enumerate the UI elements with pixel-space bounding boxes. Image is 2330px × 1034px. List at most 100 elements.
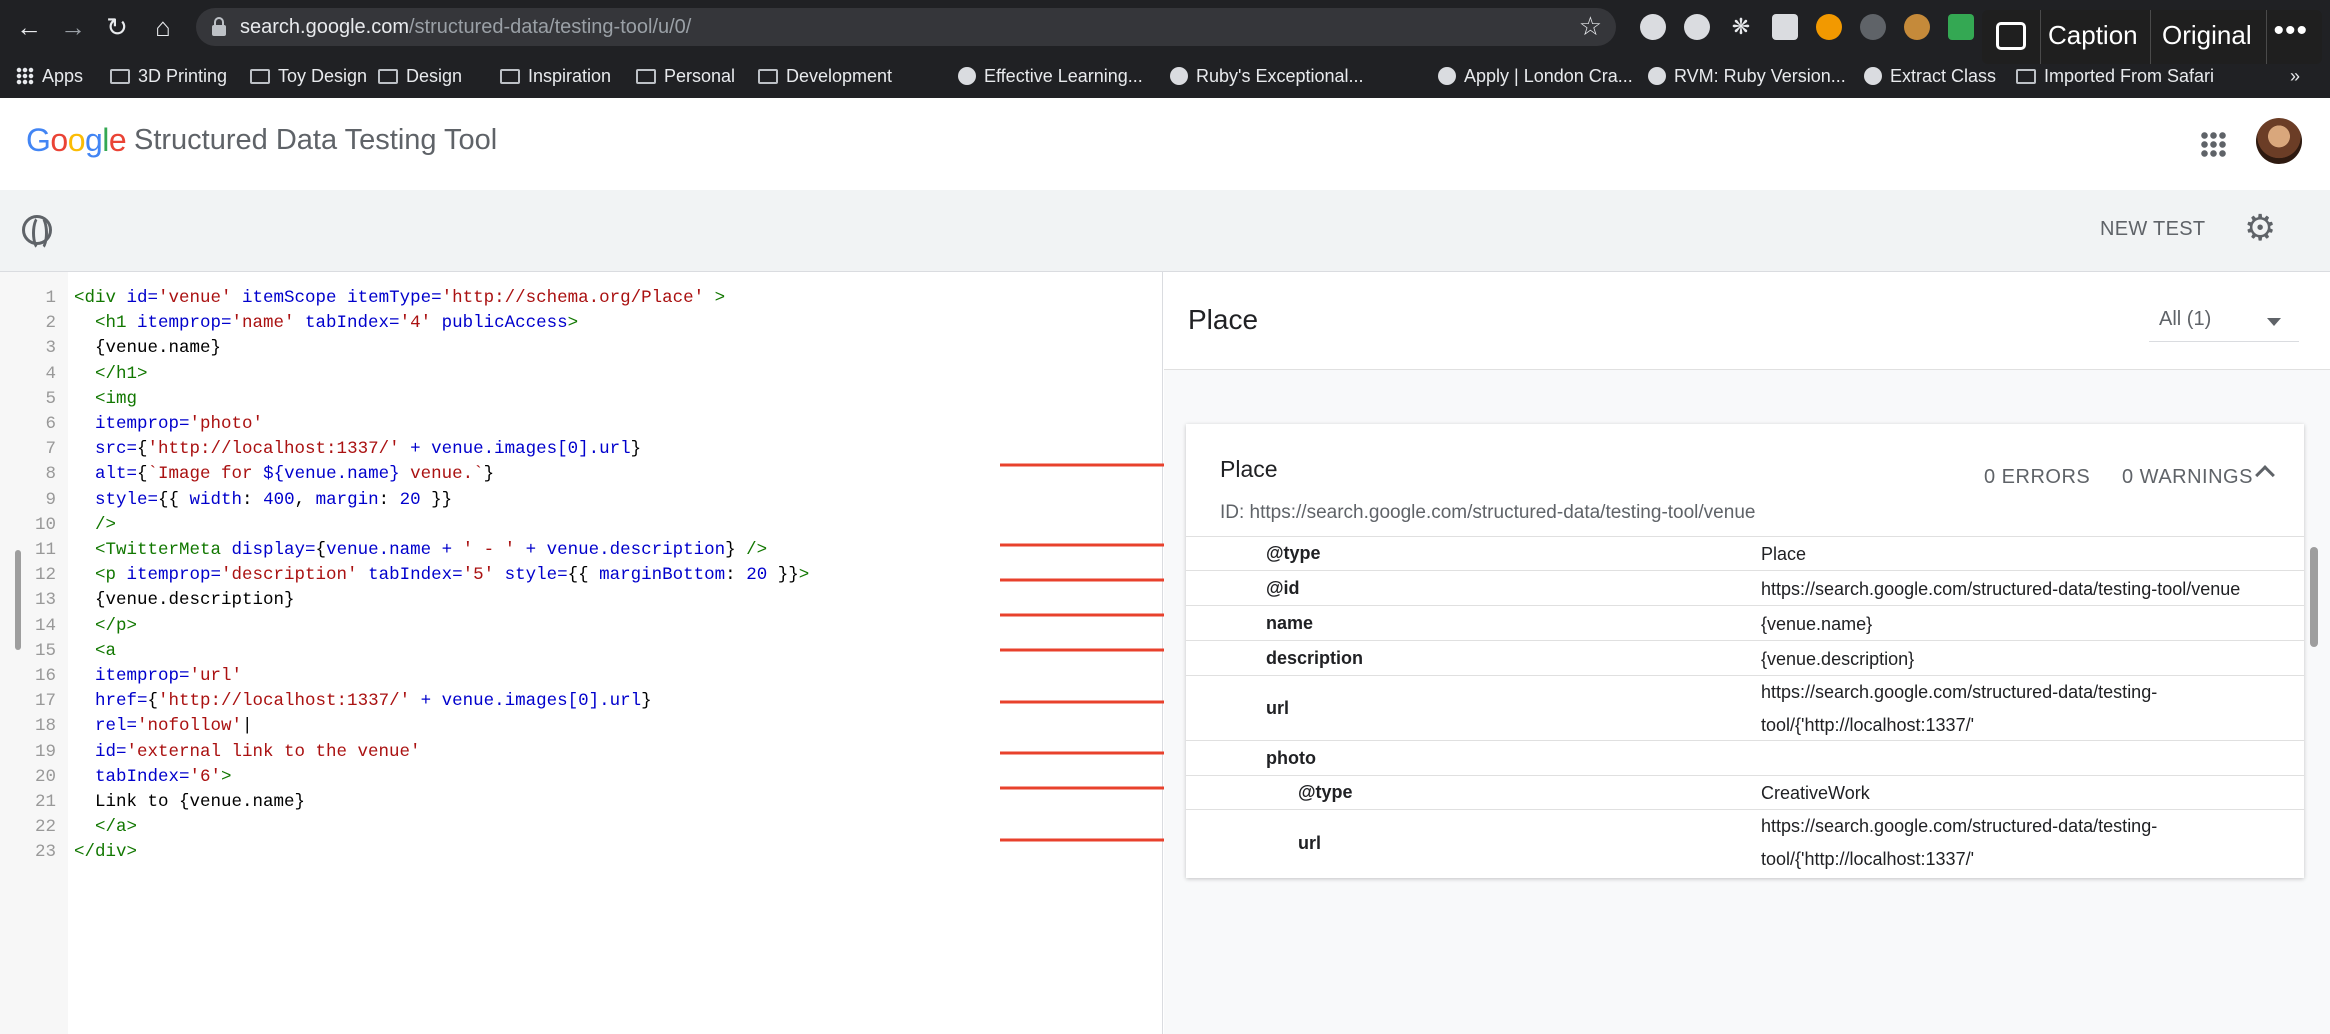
code-token: 20 — [746, 565, 768, 586]
result-card: Place 0 ERRORS 0 WARNINGS ID: https://se… — [1186, 424, 2304, 878]
reload-icon[interactable]: ↻ — [100, 10, 134, 44]
code-editor[interactable]: 1 <div id='venue' itemScope itemType='htt… — [0, 272, 1163, 1034]
code-line[interactable]: 7 src={'http://localhost:1337/' + venue.… — [0, 437, 1160, 462]
extension-icon[interactable] — [1860, 14, 1886, 40]
code-line[interactable]: 3 {venue.name} — [0, 336, 1160, 361]
results-panel: Place All (1) Place 0 ERRORS 0 WARNINGS … — [1164, 272, 2330, 1034]
bookmark-label: RVM: Ruby Version... — [1674, 66, 1846, 86]
code-token: + venue.description — [515, 540, 726, 560]
code-line[interactable]: 13 {venue.description} — [0, 588, 1160, 613]
code-line[interactable]: 12 <p itemprop='description' tabIndex='5… — [0, 563, 1160, 588]
code-line[interactable]: 6 itemprop='photo' — [0, 412, 1160, 437]
bookmark-star-icon[interactable]: ☆ — [1579, 11, 1602, 42]
code-line[interactable]: 8 alt={`Image for ${venue.name} venue.`} — [0, 462, 1160, 487]
chevron-up-icon[interactable] — [2255, 465, 2275, 485]
code-line[interactable]: 19 id='external link to the venue' — [0, 740, 1160, 765]
bookmark-item[interactable]: Toy Design — [250, 58, 367, 94]
toolbar: NEW TEST ⚙ — [0, 190, 2330, 272]
extension-icon[interactable] — [1816, 14, 1842, 40]
property-row: @id https://search.google.com/structured-… — [1186, 570, 2304, 605]
code-line[interactable]: 23 </div> — [0, 840, 1160, 865]
forward-icon[interactable]: → — [56, 10, 90, 44]
code-line[interactable]: 2 <h1 itemprop='name' tabIndex='4' publi… — [0, 311, 1160, 336]
bookmark-item[interactable]: Apply | London Cra... — [1438, 58, 1633, 94]
react-extension-icon[interactable]: ❋ — [1728, 14, 1754, 40]
code-token: id= — [126, 288, 159, 308]
code-line[interactable]: 4 </h1> — [0, 362, 1160, 387]
notion-extension-icon[interactable] — [1772, 14, 1798, 40]
code-token: width — [189, 489, 243, 510]
bookmark-item[interactable]: Development — [758, 58, 892, 94]
divider — [2266, 10, 2267, 64]
cookie-extension-icon[interactable] — [1904, 14, 1930, 40]
bookmark-item[interactable]: Effective Learning... — [958, 58, 1143, 94]
bookmark-item[interactable]: Extract Class — [1864, 58, 1996, 94]
code-token: <a — [74, 640, 117, 661]
caption-icon[interactable] — [1996, 22, 2026, 50]
bookmark-item[interactable]: Apps — [16, 58, 83, 94]
code-token: <div — [74, 288, 127, 308]
code-line[interactable]: 17 href={'http://localhost:1337/' + venu… — [0, 689, 1160, 714]
adblock-extension-icon[interactable] — [1684, 14, 1710, 40]
back-icon[interactable]: ← — [12, 10, 46, 44]
line-number: 13 — [34, 590, 56, 611]
code-line[interactable]: 18 rel='nofollow'| — [0, 714, 1160, 739]
more-icon[interactable]: ••• — [2273, 14, 2308, 48]
results-scrollbar[interactable] — [2310, 547, 2318, 647]
bookmark-item[interactable]: Inspiration — [500, 58, 611, 94]
home-icon[interactable]: ⌂ — [146, 10, 180, 44]
divider — [2040, 10, 2041, 64]
property-row: url https://search.google.com/structured-… — [1186, 675, 2304, 740]
bookmark-item[interactable]: Design — [378, 58, 462, 94]
line-number: 11 — [34, 540, 56, 560]
bookmark-item[interactable]: Imported From Safari — [2016, 58, 2214, 94]
bookmark-item[interactable]: Personal — [636, 58, 735, 94]
bookmark-item[interactable]: RVM: Ruby Version... — [1648, 58, 1846, 94]
code-line[interactable]: 1 <div id='venue' itemScope itemType='htt… — [0, 286, 1160, 311]
code-token: }} — [767, 565, 799, 586]
code-token: marginBottom — [599, 565, 726, 586]
bookmark-label: 3D Printing — [138, 66, 228, 86]
filter-dropdown[interactable]: All (1) — [2149, 302, 2299, 342]
avatar[interactable] — [2256, 118, 2302, 164]
google-logo[interactable]: Google — [26, 122, 127, 159]
line-number: 5 — [45, 388, 56, 409]
original-button[interactable]: Original — [2162, 20, 2252, 51]
code-line[interactable]: 20 tabIndex='6'> — [0, 765, 1160, 790]
line-number: 8 — [45, 464, 56, 485]
code-token: </div> — [74, 842, 138, 863]
address-bar[interactable]: search.google.com/structured-data/testin… — [196, 8, 1616, 46]
code-token: 'url' — [189, 666, 243, 686]
property-value: https://search.google.com/structured-dat… — [1761, 578, 2241, 599]
extension-icon[interactable] — [1640, 14, 1666, 40]
bookmark-item[interactable]: 3D Printing — [110, 58, 227, 94]
code-line[interactable]: 9 style={{ width: 400, margin: 20 }} — [0, 488, 1160, 513]
code-line[interactable]: 14 </p> — [0, 614, 1160, 639]
lock-icon — [212, 17, 226, 37]
code-token: + venue.images[0].url — [410, 691, 642, 712]
code-line[interactable]: 21 Link to {venue.name} — [0, 790, 1160, 815]
property-key: description — [1266, 647, 1364, 668]
caption-button[interactable]: Caption — [2048, 20, 2138, 51]
code-line[interactable]: 10 /> — [0, 513, 1160, 538]
code-token: venue.name + — [326, 540, 463, 560]
new-test-button[interactable]: NEW TEST — [2100, 218, 2205, 241]
code-line[interactable]: 16 itemprop='url' — [0, 664, 1160, 689]
code-line[interactable]: 5 <img — [0, 387, 1160, 412]
bookmark-item[interactable]: Ruby's Exceptional... — [1170, 58, 1364, 94]
bookmarks-overflow-button[interactable]: » — [2290, 58, 2300, 94]
extension-icon[interactable] — [1948, 14, 1974, 40]
globe-icon[interactable] — [22, 215, 52, 251]
gear-icon[interactable]: ⚙ — [2244, 210, 2276, 246]
code-line[interactable]: 15 <a — [0, 639, 1160, 664]
line-number: 12 — [34, 565, 56, 586]
property-row: @type Place — [1186, 536, 2304, 570]
line-number: 23 — [34, 842, 56, 863]
code-token: > — [798, 565, 810, 586]
code-line[interactable]: 22 </a> — [0, 815, 1160, 840]
card-title[interactable]: Place — [1220, 456, 1278, 483]
apps-grid-icon[interactable] — [2200, 131, 2226, 157]
code-line[interactable]: 11 <TwitterMeta display={venue.name + ' … — [0, 538, 1160, 563]
code-content: href={'http://localhost:1337/' + venue.i… — [74, 689, 652, 714]
property-key: url — [1266, 697, 1290, 718]
